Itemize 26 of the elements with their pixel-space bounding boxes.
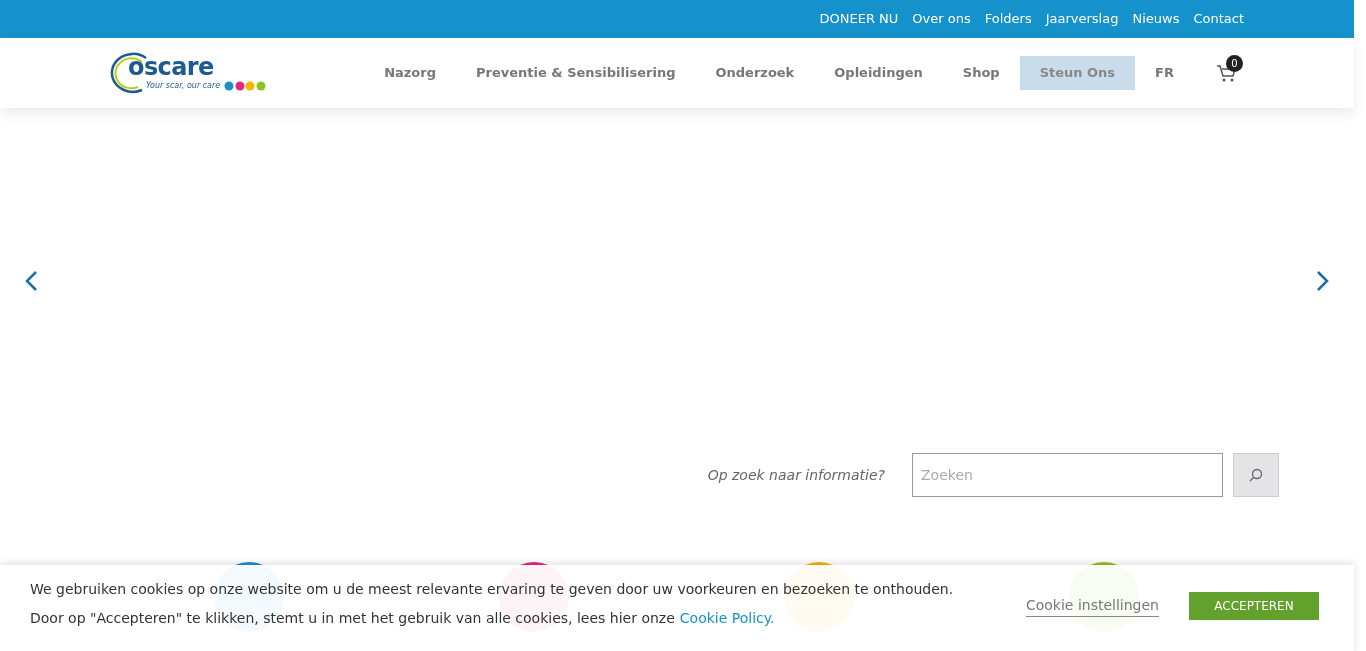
cart-count-badge: 0 (1226, 55, 1243, 72)
top-link[interactable]: Contact (1193, 9, 1244, 29)
nav-link[interactable]: Shop (942, 56, 1020, 90)
nav-link[interactable]: Preventie & Sensibilisering (456, 56, 696, 90)
search-field[interactable]: Zoeken (912, 453, 1223, 497)
top-link[interactable]: Folders (984, 9, 1032, 29)
nav-link[interactable]: Steun Ons (1019, 56, 1136, 90)
logo-tagline: Your scar, our care (146, 80, 221, 92)
nav-link[interactable]: Onderzoek (695, 56, 815, 90)
logo-wordmark: oscare (128, 54, 214, 80)
accept-button[interactable]: ACCEPTEREN (1189, 592, 1319, 620)
cookie-message: Door op "Accepteren" te klikken, stemt u in met het gebruik van alle cookies, lees hier onze (30, 609, 675, 628)
search-icon (1249, 468, 1263, 482)
nav-link[interactable]: Nazorg (364, 56, 456, 90)
nav-link[interactable]: FR (1135, 56, 1194, 90)
top-link[interactable]: Nieuws (1132, 9, 1180, 29)
search-prompt: Op zoek naar informatie? (707, 465, 885, 485)
top-link[interactable]: Over ons (912, 9, 971, 29)
nav-link[interactable]: Opleidingen (814, 56, 943, 90)
top-link[interactable]: Jaarverslag (1045, 9, 1119, 29)
top-link[interactable]: DONEER NU (819, 9, 899, 29)
cookie-message: We gebruiken cookies op onze website om u de meest relevante ervaring te geven door uw voorkeuren en bezoeken te onthouden. (30, 580, 954, 599)
category-dots-icon (224, 81, 267, 91)
cookie-policy-link[interactable]: Cookie Policy. (679, 608, 775, 629)
cookie-settings-link[interactable]: Cookie instellingen (1025, 595, 1159, 617)
logo[interactable]: oscare Your scar, our care (106, 54, 267, 92)
